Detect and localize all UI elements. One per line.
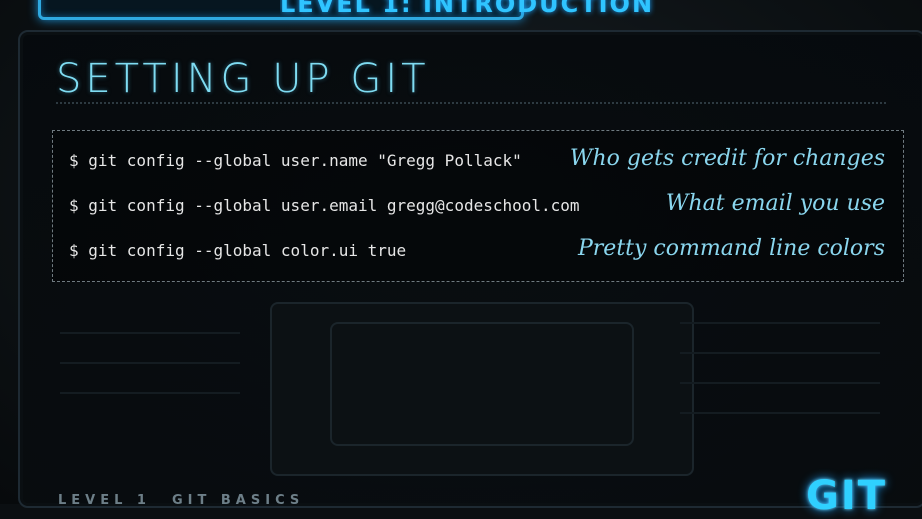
code-block: $ git config --global user.name "Gregg P… [52, 130, 904, 282]
circuit-trace [680, 382, 880, 384]
command-note: Who gets credit for changes [569, 146, 885, 171]
command-text: $ git config --global user.email gregg@c… [69, 196, 580, 215]
circuit-trace [680, 412, 880, 414]
page-title: SETTING UP GIT [56, 56, 430, 102]
command-row: $ git config --global user.name "Gregg P… [53, 145, 905, 175]
circuit-trace [60, 362, 240, 364]
circuit-chip-inner [330, 322, 634, 446]
footer-topic: GIT BASICS [172, 493, 305, 508]
circuit-trace [60, 392, 240, 394]
circuit-trace [680, 322, 880, 324]
command-text: $ git config --global color.ui true [69, 241, 407, 260]
level-banner-title: LEVEL 1: INTRODUCTION [280, 0, 655, 18]
git-logo: GIT [806, 473, 887, 519]
footer-level: LEVEL 1 [58, 493, 151, 508]
circuit-trace [60, 332, 240, 334]
circuit-trace [680, 352, 880, 354]
title-divider [56, 102, 886, 104]
command-note: What email you use [665, 191, 885, 216]
command-row: $ git config --global user.email gregg@c… [53, 190, 905, 220]
command-text: $ git config --global user.name "Gregg P… [69, 151, 522, 170]
command-note: Pretty command line colors [577, 236, 885, 261]
command-row: $ git config --global color.ui true Pret… [53, 235, 905, 265]
